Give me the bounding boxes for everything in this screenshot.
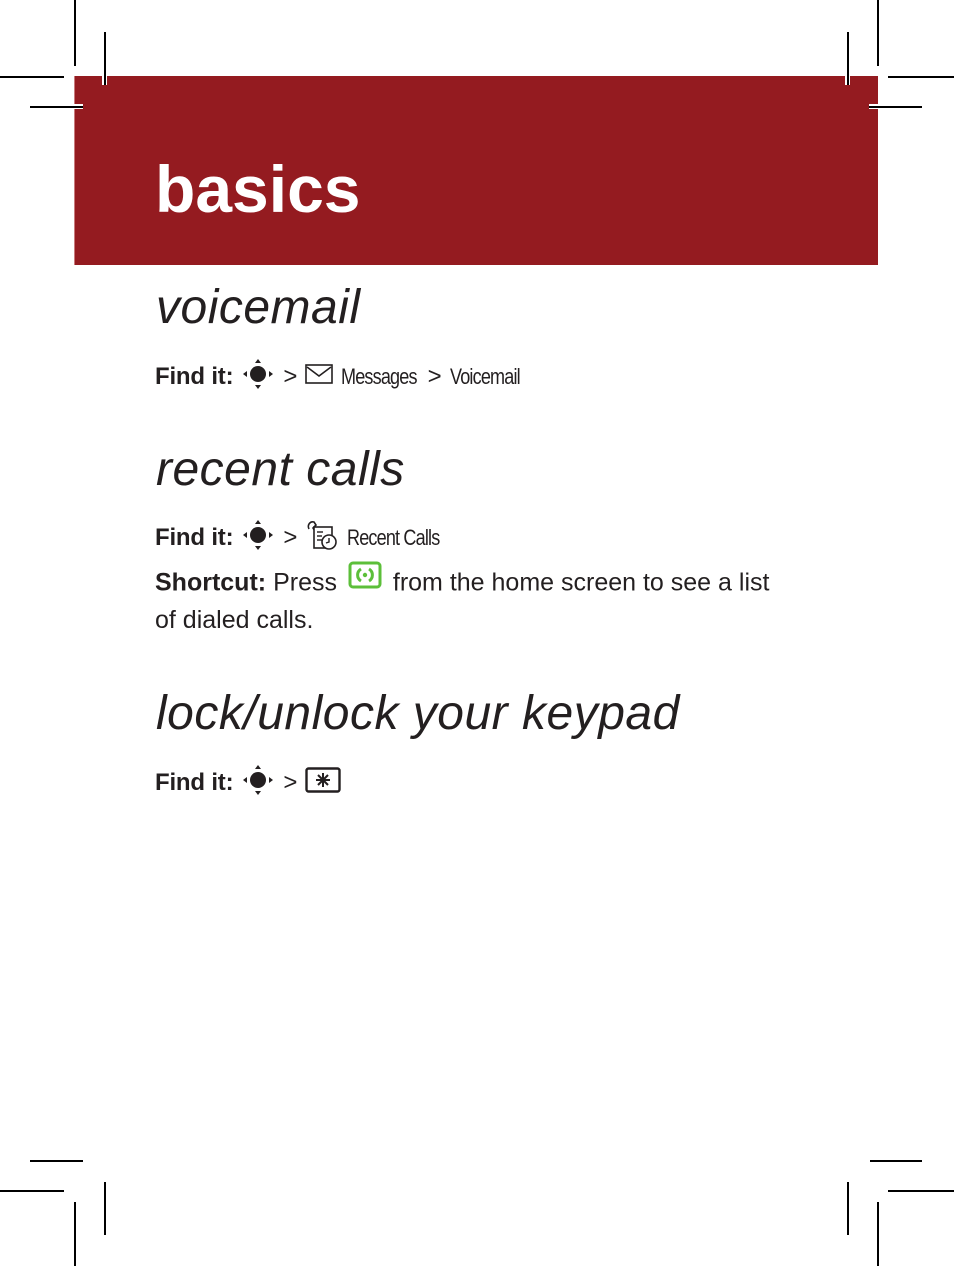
nav-key-icon (241, 357, 275, 396)
menu-item-recent-calls: Recent Calls (347, 524, 440, 550)
crop-mark (888, 76, 954, 78)
path-separator: > (283, 768, 298, 796)
find-it-row-voicemail: Find it: > Messages > Voicemail (155, 357, 535, 396)
crop-mark (74, 106, 83, 108)
star-key-icon (305, 767, 342, 798)
find-it-label: Find it: (155, 523, 234, 551)
crop-mark (74, 0, 76, 66)
crop-mark (0, 1190, 64, 1192)
path-separator: > (427, 362, 442, 390)
crop-mark (877, 1202, 879, 1266)
nav-key-icon (241, 518, 275, 557)
shortcut-label: Shortcut: (155, 568, 267, 597)
shortcut-text: from the home screen to see a list (392, 568, 770, 597)
nav-key-icon (241, 763, 275, 802)
section-title-voicemail: voicemail (156, 281, 361, 334)
recent-calls-icon (305, 519, 339, 556)
menu-item-messages: Messages (341, 363, 418, 389)
crop-mark (74, 1202, 76, 1266)
crop-mark (847, 1182, 849, 1235)
section-title-lock-keypad: lock/unlock your keypad (156, 687, 680, 740)
path-separator: > (283, 523, 298, 551)
crop-mark (104, 1182, 106, 1235)
crop-mark (847, 76, 849, 85)
shortcut-paragraph: Shortcut: Press from the home screen to … (155, 561, 805, 638)
shortcut-text: Press (273, 568, 337, 597)
path-separator: > (283, 362, 298, 390)
crop-mark (104, 76, 106, 85)
envelope-icon (305, 363, 334, 390)
crop-mark (0, 76, 64, 78)
crop-mark (877, 0, 879, 66)
find-it-row-recent-calls: Find it: > Recent Calls (155, 518, 460, 557)
crop-mark (870, 1160, 922, 1162)
section-title-recent-calls: recent calls (156, 443, 405, 496)
send-key-icon (348, 561, 382, 599)
find-it-label: Find it: (155, 768, 234, 796)
crop-mark (30, 1160, 83, 1162)
menu-item-voicemail: Voicemail (449, 363, 521, 389)
find-it-row-lock-keypad: Find it: > (155, 763, 342, 802)
shortcut-text: of dialed calls. (155, 606, 314, 634)
crop-mark (869, 106, 878, 108)
find-it-label: Find it: (155, 362, 234, 390)
crop-mark (888, 1190, 954, 1192)
chapter-title: basics (155, 152, 361, 226)
